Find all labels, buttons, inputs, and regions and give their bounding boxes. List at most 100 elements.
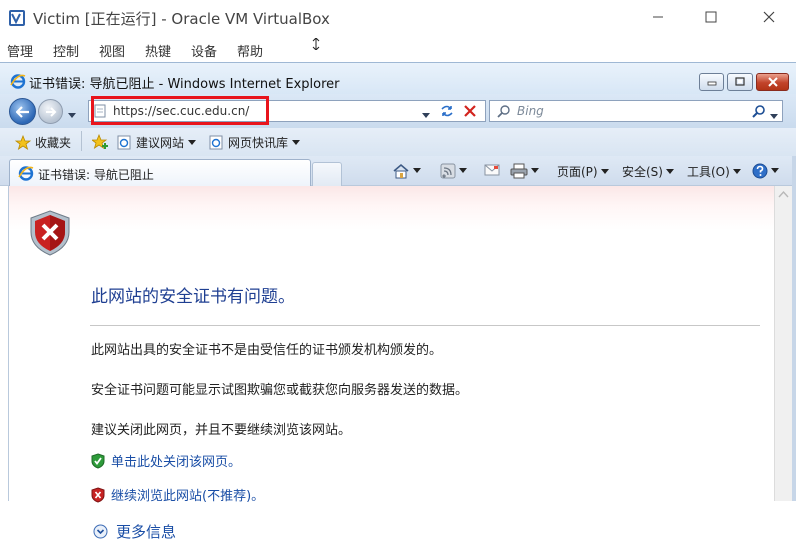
vertical-scrollbar[interactable] (774, 186, 792, 501)
ie-titlebar: 证书错误: 导航已阻止 - Windows Internet Explorer (0, 62, 796, 94)
chevron-down-icon (413, 168, 421, 173)
chevron-down-icon (531, 168, 539, 173)
suggested-sites-label: 建议网站 (136, 136, 185, 150)
guest-screen: 证书错误: 导航已阻止 - Windows Internet Explorer … (0, 62, 796, 541)
shield-warning-icon (91, 486, 105, 503)
stop-button[interactable] (463, 104, 477, 122)
favorites-star-icon (15, 135, 31, 150)
page-menu-label: 页面(P) (557, 165, 598, 179)
minimize-button[interactable] (635, 0, 681, 34)
ie-window-title: 证书错误: 导航已阻止 - Windows Internet Explorer (29, 77, 340, 92)
maximize-icon (705, 11, 717, 23)
menu-help[interactable]: 帮助 (237, 41, 263, 60)
home-icon (393, 163, 409, 179)
nav-history-dropdown[interactable] (68, 108, 76, 123)
safety-menu-label: 安全(S) (622, 165, 663, 179)
ie-page-icon (117, 135, 131, 150)
chevron-down-icon (68, 113, 76, 118)
help-icon (752, 163, 768, 179)
close-page-link[interactable]: 单击此处关闭该网页。 (91, 451, 241, 470)
close-button[interactable] (746, 0, 792, 34)
menu-control[interactable]: 控制 (53, 41, 79, 60)
error-page: 此网站的安全证书有问题。 此网站出具的安全证书不是由受信任的证书颁发机构颁发的。… (8, 186, 774, 541)
favorites-bar: 收藏夹 建议网站 网页快讯库 (0, 128, 796, 156)
favbar-divider (81, 131, 82, 151)
restore-icon (735, 77, 745, 86)
continue-to-site-label: 继续浏览此网站(不推荐)。 (111, 489, 265, 504)
mail-icon (484, 164, 500, 176)
chevron-down-icon (600, 168, 609, 174)
menu-devices[interactable]: 设备 (191, 41, 217, 60)
vbox-titlebar: Victim [正在运行] - Oracle VM VirtualBox (0, 0, 796, 36)
stop-icon (464, 105, 476, 117)
tools-menu-label: 工具(O) (687, 165, 730, 179)
tab-title: 证书错误: 导航已阻止 (38, 168, 154, 182)
maximize-button[interactable] (688, 0, 734, 34)
minimize-icon (707, 81, 716, 86)
chevron-down-icon (771, 168, 779, 173)
chevron-down-icon (665, 168, 674, 174)
close-page-label: 单击此处关闭该网页。 (111, 455, 242, 470)
virtualbox-icon (7, 8, 27, 28)
continue-to-site-link[interactable]: 继续浏览此网站(不推荐)。 (91, 485, 264, 504)
url-highlight-box (91, 96, 269, 125)
forward-icon (45, 106, 56, 117)
error-paragraph-untrusted: 此网站出具的安全证书不是由受信任的证书颁发机构颁发的。 (91, 343, 443, 358)
menu-manage[interactable]: 管理 (7, 41, 33, 60)
minimize-icon (653, 16, 663, 18)
ie-close-button[interactable] (756, 73, 789, 91)
search-button[interactable] (752, 104, 766, 122)
search-icon (497, 104, 511, 122)
address-dropdown[interactable] (422, 108, 430, 123)
tab-certificate-error[interactable]: 证书错误: 导航已阻止 (9, 159, 311, 186)
search-input[interactable]: Bing (517, 104, 544, 118)
search-bar[interactable]: Bing (489, 100, 783, 122)
chevron-down-icon (732, 168, 741, 174)
expand-icon (93, 524, 108, 539)
chevron-down-icon (459, 168, 467, 173)
forward-button[interactable] (38, 99, 63, 124)
search-icon (752, 105, 765, 118)
ie-minimize-button[interactable] (699, 73, 724, 91)
error-paragraph-intercept: 安全证书问题可能显示试图欺骗您或截获您向服务器发送的数据。 (91, 383, 469, 398)
close-icon (767, 77, 778, 87)
ie-restore-button[interactable] (727, 73, 753, 91)
more-information-label: 更多信息 (116, 523, 177, 541)
ie-page-icon (209, 135, 223, 150)
web-slice-gallery-link[interactable]: 网页快讯库 (209, 134, 301, 151)
favorites-label: 收藏夹 (35, 136, 72, 150)
back-icon (15, 105, 29, 118)
chevron-down-icon (422, 113, 430, 118)
chevron-down-icon (188, 139, 197, 145)
more-information-toggle[interactable]: 更多信息 (93, 521, 176, 542)
print-icon (510, 163, 528, 179)
error-paragraph-recommend: 建议关闭此网页，并且不要继续浏览该网站。 (91, 423, 352, 438)
help-button[interactable] (752, 163, 779, 179)
suggested-sites-link[interactable]: 建议网站 (117, 134, 197, 151)
new-tab-button[interactable] (312, 162, 342, 186)
search-options-dropdown[interactable] (770, 109, 778, 124)
mouse-cursor-icon (312, 37, 320, 54)
home-button[interactable] (392, 163, 421, 179)
scroll-up-icon (778, 190, 789, 198)
refresh-icon (441, 105, 453, 117)
ie-logo-icon (18, 165, 34, 185)
favorites-button[interactable]: 收藏夹 (15, 134, 71, 151)
print-button[interactable] (510, 163, 539, 179)
read-mail-button[interactable] (484, 163, 500, 177)
close-icon (763, 11, 775, 23)
shield-error-icon (29, 210, 71, 260)
feeds-button[interactable] (440, 163, 467, 179)
menu-hotkeys[interactable]: 热键 (145, 41, 171, 60)
chevron-down-icon (770, 114, 778, 119)
refresh-button[interactable] (439, 104, 455, 122)
page-menu[interactable]: 页面(P) (557, 163, 609, 180)
tools-menu[interactable]: 工具(O) (687, 163, 741, 180)
add-to-favorites-bar-button[interactable] (92, 134, 110, 149)
menu-view[interactable]: 视图 (99, 41, 125, 60)
heading-divider (90, 325, 760, 326)
add-favorite-icon (92, 134, 108, 149)
safety-menu[interactable]: 安全(S) (622, 163, 674, 180)
back-button[interactable] (9, 98, 36, 125)
shield-ok-icon (91, 452, 105, 469)
